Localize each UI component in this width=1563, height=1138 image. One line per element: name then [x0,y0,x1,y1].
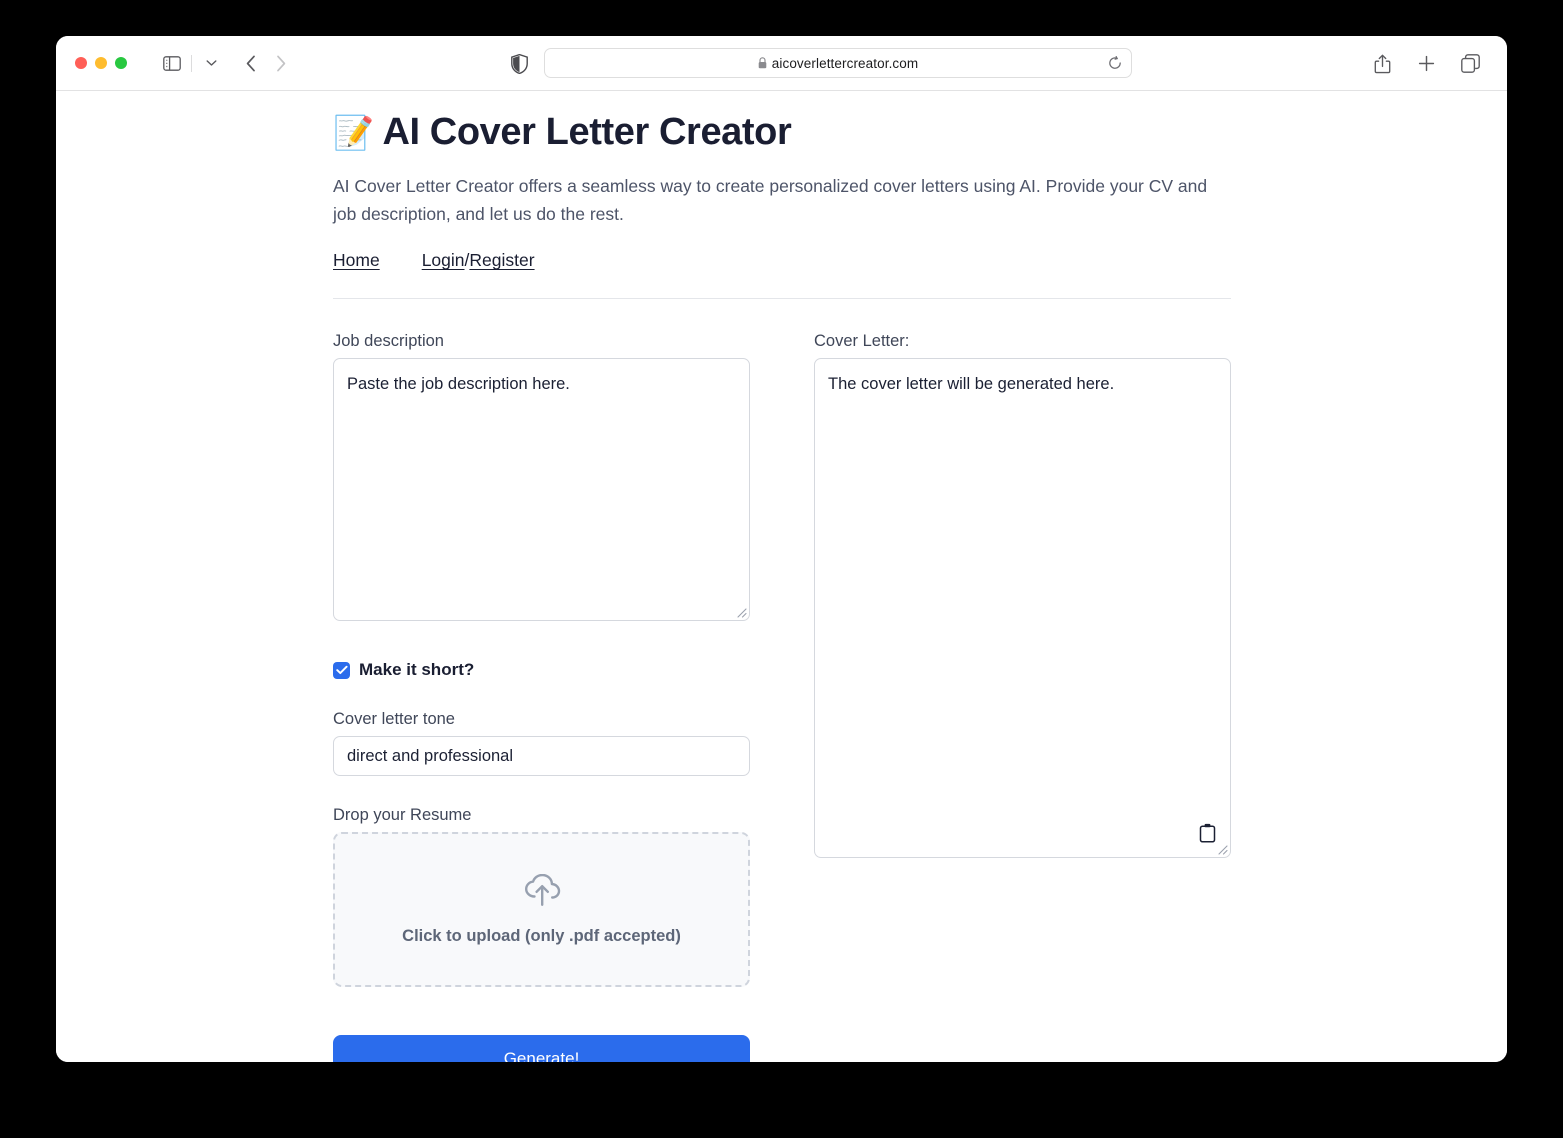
tone-value: direct and professional [347,746,514,765]
new-tab-icon[interactable] [1411,51,1441,77]
reload-icon[interactable] [1108,56,1122,70]
forward-arrow-icon[interactable] [266,50,296,76]
cover-letter-label: Cover Letter: [814,332,910,351]
page-title: 📝 AI Cover Letter Creator [333,91,1233,157]
close-button[interactable] [75,57,87,69]
job-description-label: Job description [333,332,444,351]
form-columns: Job description Paste the job descriptio… [333,332,1233,1062]
url-bar[interactable]: aicoverlettercreator.com [544,48,1132,78]
generate-button[interactable]: Generate! [333,1035,750,1062]
clipboard-copy-icon[interactable] [1199,823,1216,843]
toolbar-divider [191,54,192,72]
tone-label: Cover letter tone [333,710,455,729]
sidebar-controls [157,50,226,76]
resize-handle[interactable] [1214,841,1228,855]
tab-overview-icon[interactable] [1455,51,1485,77]
lock-icon [758,57,767,69]
resume-upload-label: Drop your Resume [333,806,472,825]
nav-link-register[interactable]: Register [469,250,534,271]
resume-dropzone-text: Click to upload (only .pdf accepted) [402,926,681,945]
shield-privacy-icon[interactable] [511,36,528,91]
cover-letter-textarea[interactable]: The cover letter will be generated here. [814,358,1231,859]
minimize-button[interactable] [95,57,107,69]
toolbar-right-actions [1367,36,1485,91]
navigation-controls [236,50,296,76]
maximize-button[interactable] [115,57,127,69]
share-icon[interactable] [1367,51,1397,77]
url-text: aicoverlettercreator.com [771,55,919,71]
memo-emoji-icon: 📝 [333,114,374,151]
nav-link-home[interactable]: Home [333,250,380,271]
back-arrow-icon[interactable] [236,50,266,76]
make-it-short-checkbox[interactable] [333,661,350,679]
resize-handle[interactable] [733,604,747,618]
page-viewport: 📝 AI Cover Letter Creator AI Cover Lette… [56,91,1507,1062]
form-left-column: Job description Paste the job descriptio… [333,332,750,1062]
browser-window: aicoverlettercreator.com 📝 AI Cover Lett… [56,36,1507,1062]
cover-letter-value: The cover letter will be generated here. [828,375,1115,394]
browser-toolbar: aicoverlettercreator.com [56,36,1507,91]
page-content: 📝 AI Cover Letter Creator AI Cover Lette… [333,91,1233,1062]
window-controls [75,57,127,69]
nav-link-login[interactable]: Login [422,250,465,271]
tone-input[interactable]: direct and professional [333,736,750,777]
page-title-text: AI Cover Letter Creator [382,111,792,153]
resume-dropzone[interactable]: Click to upload (only .pdf accepted) [333,832,750,988]
form-right-column: Cover Letter: The cover letter will be g… [814,332,1231,1062]
url-display: aicoverlettercreator.com [758,56,918,71]
job-description-textarea[interactable]: Paste the job description here. [333,358,750,622]
section-divider [333,298,1231,300]
site-nav: Home Login / Register [333,250,1233,271]
sidebar-toggle-icon[interactable] [157,50,187,76]
job-description-value: Paste the job description here. [347,375,570,394]
make-it-short-label: Make it short? [359,660,475,680]
chevron-down-icon[interactable] [196,50,226,76]
page-description: AI Cover Letter Creator offers a seamles… [333,175,1208,225]
make-it-short-row[interactable]: Make it short? [333,660,750,680]
cloud-upload-icon [523,873,561,911]
checkmark-icon [335,666,348,675]
